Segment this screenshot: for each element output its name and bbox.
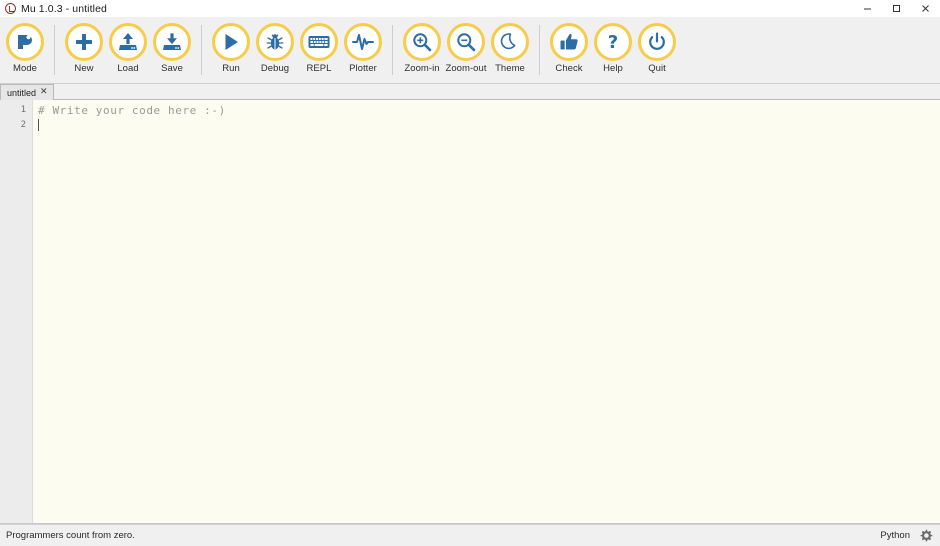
play-icon — [212, 23, 250, 61]
toolbar-button-new[interactable]: New — [62, 23, 106, 74]
toolbar-label-debug: Debug — [260, 63, 290, 74]
toolbar-group-mode: Mode — [3, 23, 47, 74]
status-mode-label[interactable]: Python — [880, 530, 910, 541]
toolbar-button-help[interactable]: ? Help — [591, 23, 635, 74]
toolbar-group-execute: Run Debug REPL Plotter — [209, 23, 385, 74]
line-number-gutter: 1 2 — [0, 100, 33, 523]
window-controls — [853, 0, 940, 17]
toolbar-button-plotter[interactable]: Plotter — [341, 23, 385, 74]
tab-bar: untitled ✕ — [0, 84, 940, 100]
toolbar-button-theme[interactable]: Theme — [488, 23, 532, 74]
code-editor[interactable]: 1 2 # Write your code here :-) — [0, 100, 940, 524]
toolbar-button-quit[interactable]: Quit — [635, 23, 679, 74]
toolbar-label-check: Check — [555, 63, 583, 74]
toolbar-label-zoom-in: Zoom-in — [404, 63, 440, 74]
text-caret — [38, 119, 39, 131]
toolbar-group-view: Zoom-in Zoom-out Theme — [400, 23, 532, 74]
toolbar-separator — [539, 25, 540, 75]
toolbar-label-run: Run — [222, 63, 240, 74]
mu-editor-window: Mu 1.0.3 - untitled Mode New Load Save R… — [0, 0, 940, 546]
question-mark-icon: ? — [594, 23, 632, 61]
toolbar-button-load[interactable]: Load — [106, 23, 150, 74]
close-button[interactable] — [911, 0, 940, 17]
upload-icon — [109, 23, 147, 61]
toolbar-label-plotter: Plotter — [349, 63, 377, 74]
title-bar: Mu 1.0.3 - untitled — [0, 0, 940, 17]
window-title: Mu 1.0.3 - untitled — [21, 2, 107, 15]
toolbar-label-help: Help — [603, 63, 623, 74]
toolbar-label-load: Load — [117, 63, 139, 74]
main-toolbar: Mode New Load Save Run Debug REPL Plotte… — [0, 17, 940, 84]
toolbar-button-zoom-in[interactable]: Zoom-in — [400, 23, 444, 74]
toolbar-button-repl[interactable]: REPL — [297, 23, 341, 74]
toolbar-button-save[interactable]: Save — [150, 23, 194, 74]
tab-untitled[interactable]: untitled ✕ — [0, 84, 54, 100]
tab-close-icon[interactable]: ✕ — [40, 88, 48, 97]
code-line-cursor — [33, 118, 940, 133]
moon-icon — [491, 23, 529, 61]
toolbar-label-save: Save — [161, 63, 183, 74]
title-bar-left: Mu 1.0.3 - untitled — [0, 3, 107, 15]
magnifier-minus-icon — [447, 23, 485, 61]
status-message: Programmers count from zero. — [6, 530, 135, 541]
code-line: # Write your code here :-) — [38, 104, 226, 117]
maximize-button[interactable] — [882, 0, 911, 17]
line-number: 1 — [20, 105, 26, 115]
plus-icon — [65, 23, 103, 61]
toolbar-group-misc: Check ? Help Quit — [547, 23, 679, 74]
toolbar-separator — [201, 25, 202, 75]
status-bar-right: Python — [880, 529, 933, 543]
waveform-icon — [344, 23, 382, 61]
gear-icon[interactable] — [919, 529, 933, 543]
toolbar-button-run[interactable]: Run — [209, 23, 253, 74]
toolbar-label-zoom-out: Zoom-out — [445, 63, 487, 74]
mode-icon — [6, 23, 44, 61]
keyboard-icon — [300, 23, 338, 61]
magnifier-plus-icon — [403, 23, 441, 61]
toolbar-button-mode[interactable]: Mode — [3, 23, 47, 74]
line-number: 2 — [20, 120, 26, 130]
download-icon — [153, 23, 191, 61]
toolbar-label-new: New — [74, 63, 94, 74]
tab-label: untitled — [7, 87, 37, 98]
svg-text:?: ? — [608, 32, 618, 53]
toolbar-button-check[interactable]: Check — [547, 23, 591, 74]
toolbar-button-debug[interactable]: Debug — [253, 23, 297, 74]
toolbar-label-quit: Quit — [648, 63, 666, 74]
toolbar-separator — [392, 25, 393, 75]
toolbar-label-theme: Theme — [495, 63, 525, 74]
toolbar-group-file: New Load Save — [62, 23, 194, 74]
power-icon — [638, 23, 676, 61]
toolbar-label-mode: Mode — [13, 63, 37, 74]
status-bar: Programmers count from zero. Python — [0, 524, 940, 546]
mu-logo-icon — [5, 3, 16, 14]
toolbar-button-zoom-out[interactable]: Zoom-out — [444, 23, 488, 74]
toolbar-label-repl: REPL — [306, 63, 332, 74]
toolbar-separator — [54, 25, 55, 75]
thumbs-up-icon — [550, 23, 588, 61]
minimize-button[interactable] — [853, 0, 882, 17]
bug-icon — [256, 23, 294, 61]
code-text-area[interactable]: # Write your code here :-) — [33, 100, 940, 523]
